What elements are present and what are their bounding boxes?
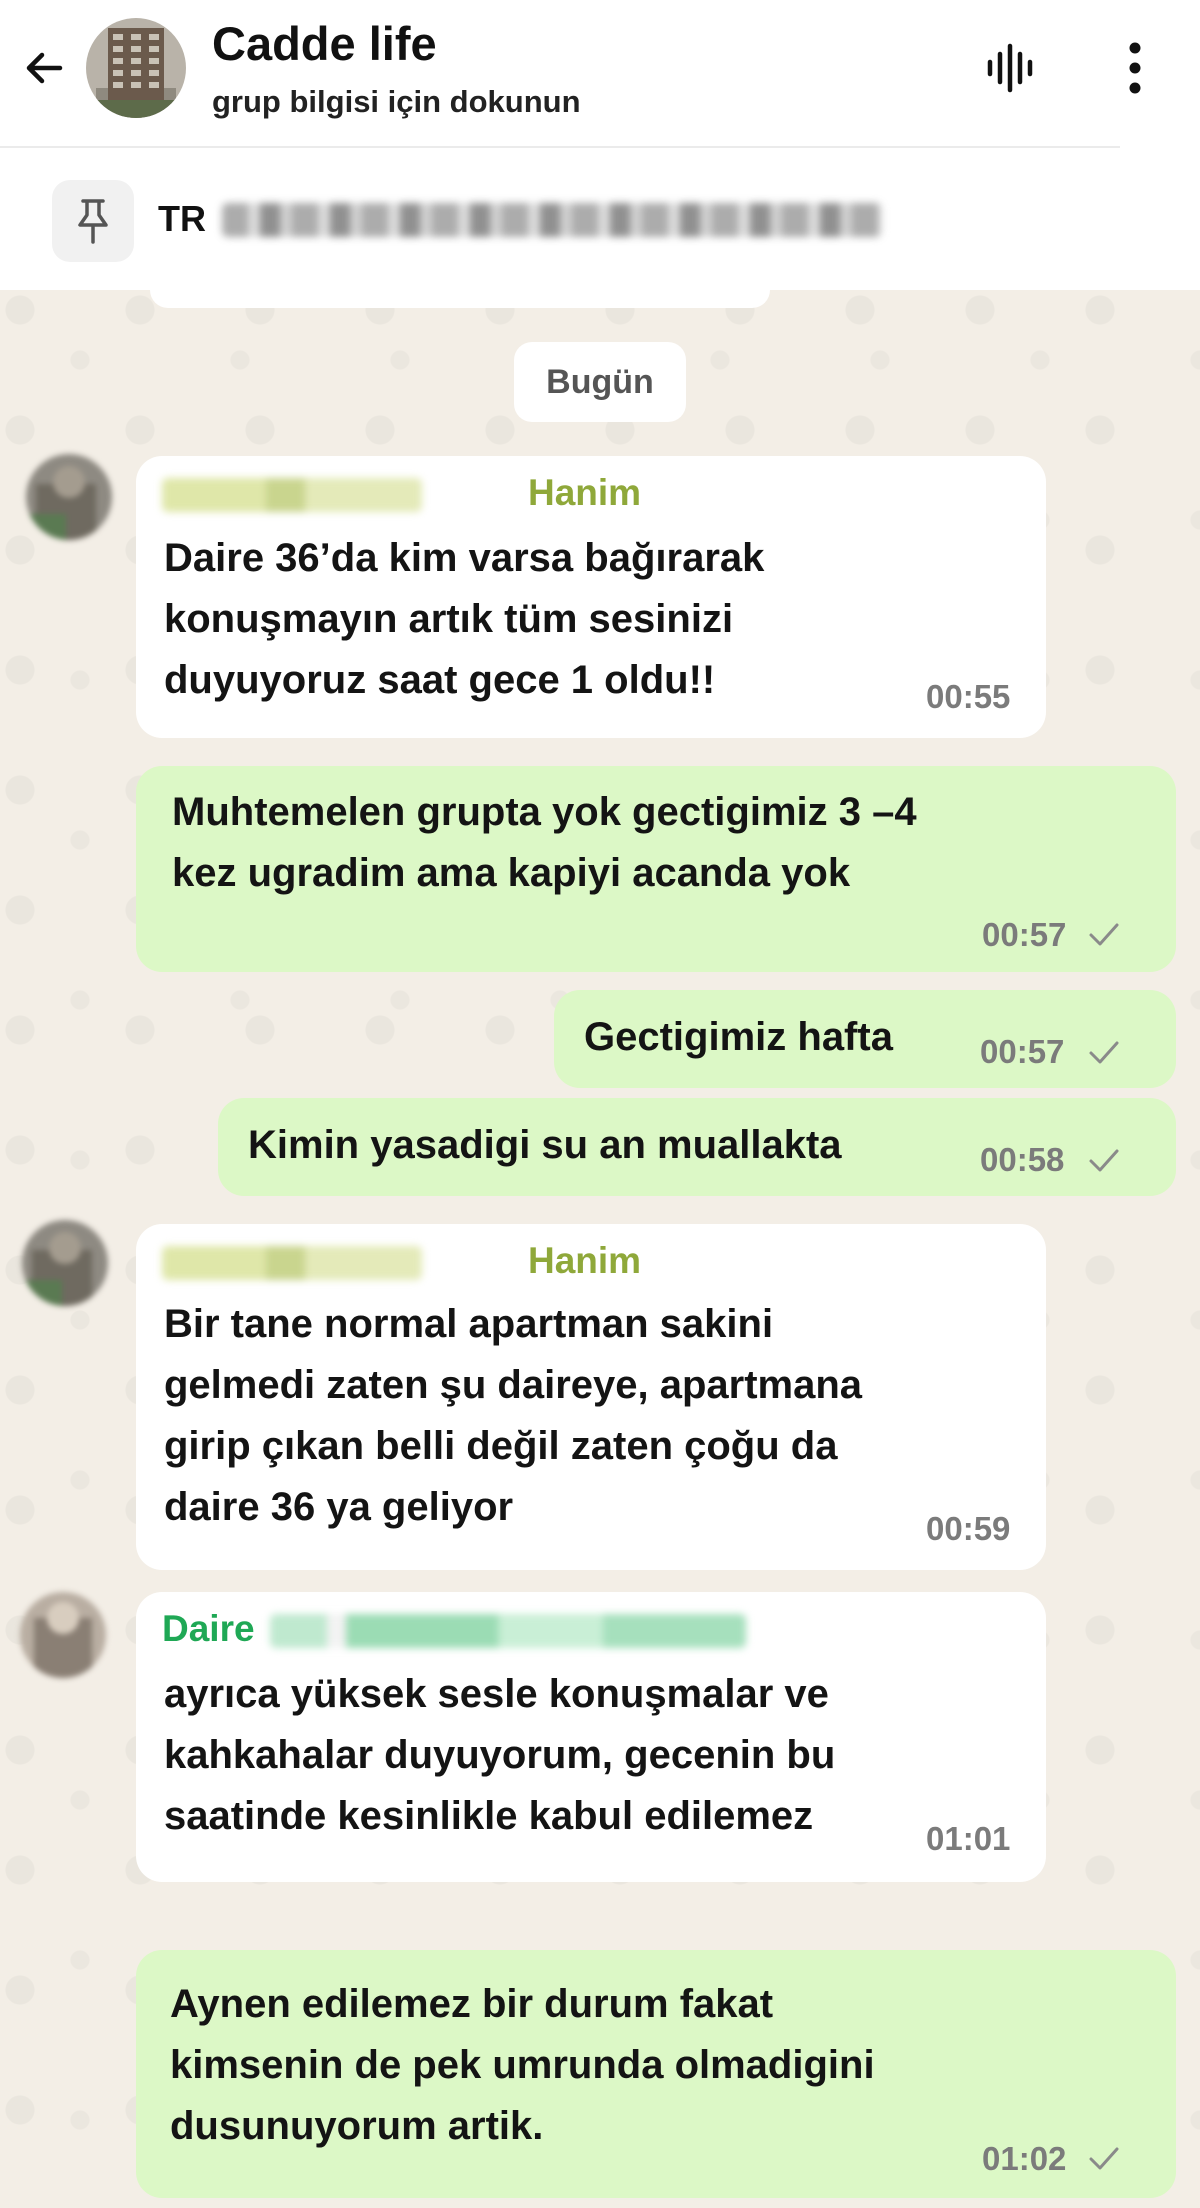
message-text: Bir tane normal apartman sakini gelmedi … bbox=[164, 1294, 862, 1538]
sent-check-icon bbox=[1089, 923, 1119, 946]
redacted-sender-name bbox=[270, 1614, 746, 1648]
message-line: gelmedi zaten şu daireye, apartmana bbox=[164, 1363, 863, 1407]
voice-call-icon[interactable] bbox=[984, 42, 1040, 94]
message-text: Aynen edilemez bir durum fakat kimsenin … bbox=[170, 1974, 875, 2157]
sender-name[interactable]: Hanim bbox=[528, 1240, 641, 1282]
previous-message-edge bbox=[150, 290, 770, 308]
pinned-text: TR bbox=[158, 198, 206, 239]
message-time: 00:59 bbox=[926, 1510, 1011, 1547]
more-vert-icon[interactable] bbox=[1110, 38, 1160, 98]
message-line: kimsenin de pek umrunda olmadigini bbox=[170, 2043, 875, 2087]
message-text: Daire 36’da kim varsa bağırarak konuşmay… bbox=[164, 528, 764, 711]
back-arrow-icon[interactable] bbox=[18, 42, 70, 94]
chat-header: Cadde life grup bilgisi için dokunun bbox=[0, 0, 1200, 148]
message-line: girip çıkan belli değil zaten çoğu da bbox=[164, 1424, 838, 1468]
pinned-redacted-text bbox=[222, 203, 882, 237]
message-bubble-outgoing[interactable]: Gectigimiz hafta 00:57 bbox=[554, 990, 1176, 1088]
message-time: 00:58 bbox=[980, 1141, 1065, 1178]
message-line: kahkahalar duyuyorum, gecenin bu bbox=[164, 1733, 836, 1777]
message-text: Muhtemelen grupta yok gectigimiz 3 –4 ke… bbox=[172, 782, 917, 904]
date-separator: Bugün bbox=[514, 342, 686, 422]
message-time: 00:57 bbox=[980, 1033, 1065, 1070]
sender-name[interactable]: Daire bbox=[162, 1608, 255, 1650]
message-time: 01:02 bbox=[982, 2140, 1067, 2177]
message-line: saatinde kesinlikle kabul edilemez bbox=[164, 1794, 814, 1838]
message-line: daire 36 ya geliyor bbox=[164, 1485, 514, 1529]
message-line: Kimin yasadigi su an muallakta bbox=[248, 1123, 842, 1167]
group-title[interactable]: Cadde life bbox=[212, 16, 437, 71]
message-text: ayrıca yüksek sesle konuşmalar ve kahkah… bbox=[164, 1664, 835, 1847]
message-line: Daire 36’da kim varsa bağırarak bbox=[164, 536, 765, 580]
message-line: Bir tane normal apartman sakini bbox=[164, 1302, 774, 1346]
message-line: Aynen edilemez bir durum fakat bbox=[170, 1982, 774, 2026]
message-line: duyuyoruz saat gece 1 oldu!! bbox=[164, 658, 716, 702]
pinned-message-bar[interactable]: TR bbox=[0, 148, 1200, 290]
message-bubble-outgoing[interactable]: Kimin yasadigi su an muallakta 00:58 bbox=[218, 1098, 1176, 1196]
pin-icon bbox=[52, 180, 134, 262]
message-line: Gectigimiz hafta bbox=[584, 1015, 893, 1059]
message-bubble-outgoing[interactable]: Aynen edilemez bir durum fakat kimsenin … bbox=[136, 1950, 1176, 2198]
message-bubble-incoming[interactable]: Hanim Daire 36’da kim varsa bağırarak ko… bbox=[136, 456, 1046, 738]
message-line: Muhtemelen grupta yok gectigimiz 3 –4 bbox=[172, 790, 917, 834]
group-info-hint[interactable]: grup bilgisi için dokunun bbox=[212, 84, 581, 120]
sent-check-icon bbox=[1089, 1149, 1119, 1172]
redacted-sender-name bbox=[162, 1246, 422, 1280]
message-bubble-outgoing[interactable]: Muhtemelen grupta yok gectigimiz 3 –4 ke… bbox=[136, 766, 1176, 972]
group-avatar[interactable] bbox=[86, 18, 186, 118]
sender-name[interactable]: Hanim bbox=[528, 472, 641, 514]
message-line: kez ugradim ama kapiyi acanda yok bbox=[172, 851, 851, 895]
message-time: 00:57 bbox=[982, 916, 1067, 953]
message-text: Kimin yasadigi su an muallakta bbox=[248, 1115, 842, 1176]
message-text: Gectigimiz hafta bbox=[584, 1007, 893, 1068]
avatar[interactable] bbox=[26, 454, 112, 540]
message-time: 01:01 bbox=[926, 1820, 1011, 1857]
sent-check-icon bbox=[1089, 1041, 1119, 1064]
message-bubble-incoming[interactable]: Hanim Bir tane normal apartman sakini ge… bbox=[136, 1224, 1046, 1570]
redacted-sender-name bbox=[162, 478, 422, 512]
message-time: 00:55 bbox=[926, 678, 1011, 715]
chat-area[interactable]: Bugün Hanim Daire 36’da kim varsa bağıra… bbox=[0, 290, 1200, 2208]
sent-check-icon bbox=[1089, 2147, 1119, 2170]
message-line: konuşmayın artık tüm sesinizi bbox=[164, 597, 734, 641]
message-line: ayrıca yüksek sesle konuşmalar ve bbox=[164, 1672, 829, 1716]
message-line: dusunuyorum artik. bbox=[170, 2104, 544, 2148]
avatar[interactable] bbox=[22, 1220, 108, 1306]
avatar[interactable] bbox=[20, 1592, 106, 1678]
message-bubble-incoming[interactable]: Daire ayrıca yüksek sesle konuşmalar ve … bbox=[136, 1592, 1046, 1882]
